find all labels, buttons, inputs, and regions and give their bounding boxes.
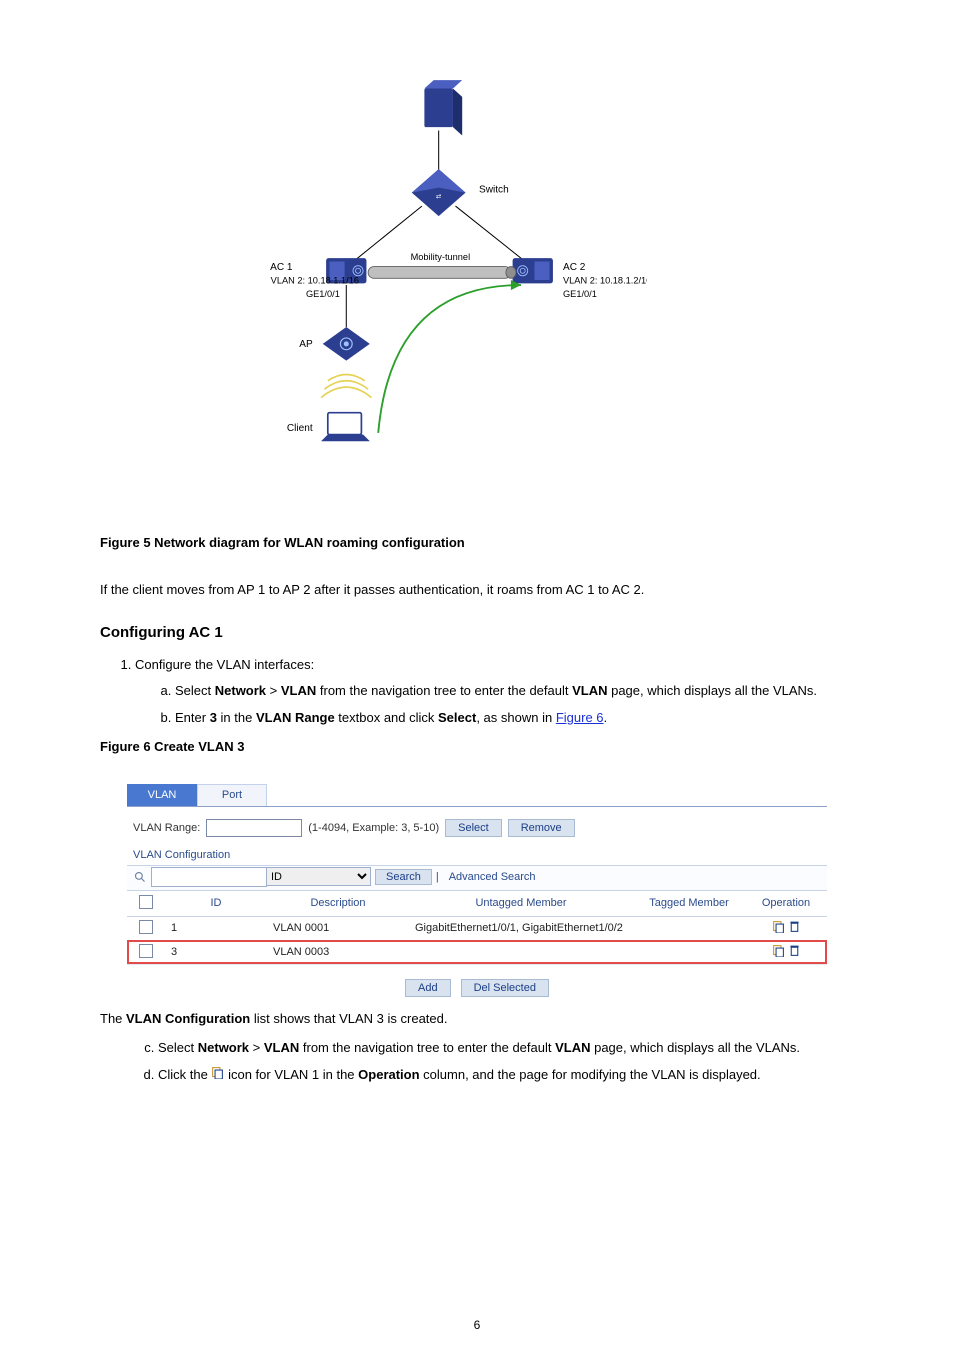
switch-label: Switch — [479, 185, 509, 196]
intro-paragraph: If the client moves from AP 1 to AP 2 af… — [100, 580, 854, 600]
tab-bar: VLAN Port — [127, 784, 827, 807]
table-row: 1 VLAN 0001 GigabitEthernet1/0/1, Gigabi… — [127, 916, 827, 940]
advanced-search-link[interactable]: Advanced Search — [449, 871, 536, 883]
mobility-tunnel-icon — [368, 267, 516, 279]
ac2-icon — [513, 258, 553, 283]
row-checkbox[interactable] — [139, 920, 153, 934]
server-icon — [424, 80, 462, 135]
select-button[interactable]: Select — [445, 819, 502, 837]
select-all-checkbox[interactable] — [139, 895, 153, 909]
ac1-ge-label: GE1/0/1 — [306, 289, 340, 299]
vlan-panel-screenshot: VLAN Port VLAN Range: (1-4094, Example: … — [127, 784, 827, 1003]
ac2-ge-label: GE1/0/1 — [563, 289, 597, 299]
step-1d: Click the icon for VLAN 1 in the Operati… — [158, 1065, 854, 1086]
ordered-steps-cont: Select Network > VLAN from the navigatio… — [100, 1038, 854, 1086]
figure5-caption: Figure 5 Network diagram for WLAN roamin… — [100, 535, 854, 550]
ac1-name-label: AC 1 — [270, 262, 293, 273]
cell-desc: VLAN 0003 — [267, 940, 409, 964]
tab-vlan[interactable]: VLAN — [127, 784, 197, 806]
col-checkbox — [127, 891, 165, 917]
vlan-range-hint: (1-4094, Example: 3, 5-10) — [308, 822, 439, 834]
client-label: Client — [287, 423, 313, 434]
add-button[interactable]: Add — [405, 979, 451, 997]
col-description: Description — [267, 891, 409, 917]
col-id: ID — [165, 891, 267, 917]
cell-tagged — [633, 940, 745, 964]
edit-icon[interactable] — [772, 944, 785, 960]
vlan-range-input[interactable] — [206, 819, 302, 837]
search-input[interactable] — [151, 867, 267, 887]
vlan-range-row: VLAN Range: (1-4094, Example: 3, 5-10) S… — [127, 807, 827, 843]
vlan-config-subheading: VLAN Configuration — [127, 843, 827, 865]
row-checkbox[interactable] — [139, 944, 153, 958]
col-tagged: Tagged Member — [633, 891, 745, 917]
cell-desc: VLAN 0001 — [267, 916, 409, 940]
edit-inline-icon — [211, 1065, 224, 1086]
ordered-steps: Configure the VLAN interfaces: Select Ne… — [100, 655, 854, 729]
edit-icon[interactable] — [772, 920, 785, 936]
tab-port[interactable]: Port — [197, 784, 267, 806]
remove-button[interactable]: Remove — [508, 819, 575, 837]
cell-id: 1 — [165, 916, 267, 940]
col-untagged: Untagged Member — [409, 891, 633, 917]
tunnel-label: Mobility-tunnel — [411, 252, 471, 262]
cell-untagged — [409, 940, 633, 964]
search-icon — [133, 870, 147, 884]
network-diagram: ⇄ Switch AC 1 VLAN 2: 10.18.1.1/16 GE1/0… — [227, 60, 727, 505]
search-row: ID Search | Advanced Search — [127, 865, 827, 891]
cell-id: 3 — [165, 940, 267, 964]
step-1: Configure the VLAN interfaces: Select Ne… — [135, 655, 854, 729]
table-actions: Add Del Selected — [127, 965, 827, 1003]
table-row: 3 VLAN 0003 — [127, 940, 827, 964]
page-number: 6 — [474, 1318, 481, 1332]
switch-icon: ⇄ — [412, 169, 466, 216]
step-1a: Select Network > VLAN from the navigatio… — [175, 681, 854, 702]
col-operation: Operation — [745, 891, 827, 917]
ac2-vlan-label: VLAN 2: 10.18.1.2/16 — [563, 275, 647, 285]
wifi-waves-icon — [321, 375, 371, 398]
vlan-table: ID Description Untagged Member Tagged Me… — [127, 891, 827, 965]
step-1b: Enter 3 in the VLAN Range textbox and cl… — [175, 708, 854, 729]
vlan-range-label: VLAN Range: — [133, 822, 200, 834]
separator: | — [436, 871, 439, 883]
ap-label: AP — [299, 339, 313, 350]
delete-icon[interactable] — [788, 944, 801, 960]
figure6-caption: Figure 6 Create VLAN 3 — [100, 739, 854, 754]
del-selected-button[interactable]: Del Selected — [461, 979, 549, 997]
ac2-name-label: AC 2 — [563, 262, 586, 273]
svg-text:⇄: ⇄ — [436, 194, 442, 201]
after-panel-paragraph: The VLAN Configuration list shows that V… — [100, 1009, 854, 1029]
cell-untagged: GigabitEthernet1/0/1, GigabitEthernet1/0… — [409, 916, 633, 940]
step-1c: Select Network > VLAN from the navigatio… — [158, 1038, 854, 1059]
delete-icon[interactable] — [788, 920, 801, 936]
ac1-vlan-label: VLAN 2: 10.18.1.1/16 — [271, 275, 359, 285]
search-field-select[interactable]: ID — [266, 867, 371, 886]
client-icon — [321, 413, 370, 442]
section-heading: Configuring AC 1 — [100, 624, 854, 641]
roaming-arrow-icon — [378, 280, 521, 433]
search-button[interactable]: Search — [375, 869, 432, 885]
ap-icon — [323, 327, 370, 361]
cell-tagged — [633, 916, 745, 940]
figure6-link[interactable]: Figure 6 — [556, 710, 604, 725]
